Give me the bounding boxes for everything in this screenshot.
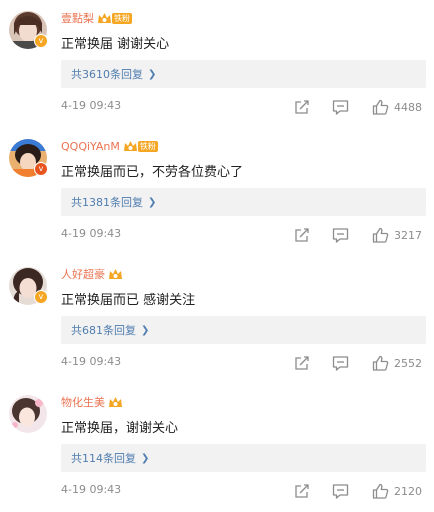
fan-badge-label: 铁粉 — [112, 12, 132, 24]
verified-badge-icon: v — [34, 290, 48, 304]
timestamp: 4-19 09:43 — [61, 355, 122, 368]
share-icon — [295, 228, 309, 242]
share-button[interactable] — [294, 354, 310, 372]
replies-count: 共3610条回复 — [71, 68, 143, 81]
like-button[interactable]: 2120 — [372, 482, 422, 500]
replies-count: 共114条回复 — [71, 452, 136, 465]
like-count: 2120 — [394, 484, 422, 498]
like-button[interactable]: 3217 — [372, 226, 422, 244]
fan-badge: 铁粉 — [123, 140, 158, 153]
view-replies-button[interactable]: 共681条回复 ❯ — [61, 316, 426, 344]
chevron-right-icon: ❯ — [141, 452, 150, 464]
replies-count: 共1381条回复 — [71, 196, 143, 209]
share-button[interactable] — [294, 482, 310, 500]
username-row: 壹點梨 铁粉 — [61, 10, 132, 26]
timestamp: 4-19 09:43 — [61, 483, 122, 496]
timestamp: 4-19 09:43 — [61, 227, 122, 240]
reply-button[interactable] — [332, 226, 349, 244]
thumbs-up-icon — [372, 99, 389, 115]
like-button[interactable]: 2552 — [372, 354, 422, 372]
comment-text: 正常换届 谢谢关心 — [61, 37, 170, 52]
crown-icon — [98, 12, 111, 23]
view-replies-button[interactable]: 共1381条回复 ❯ — [61, 188, 426, 216]
share-icon — [295, 356, 309, 370]
verified-badge-icon: v — [34, 34, 48, 48]
like-button[interactable]: 4488 — [372, 98, 422, 116]
thumbs-up-icon — [372, 483, 389, 499]
verified-badge-icon: v — [34, 162, 48, 176]
comment-meta: 4-19 09:43 3217 — [61, 226, 426, 244]
comment-meta: 4-19 09:43 4488 — [61, 98, 426, 116]
fan-badge: 铁粉 — [97, 12, 132, 25]
comment-text: 正常换届，谢谢关心 — [61, 421, 179, 436]
reply-button[interactable] — [332, 482, 349, 500]
reply-button[interactable] — [332, 354, 349, 372]
username[interactable]: 壹點梨 — [61, 10, 94, 26]
username-row: QQQiYAnM 铁粉 — [61, 138, 158, 154]
comment-item: 物化生美 正常换届，谢谢关心 共114条回复 ❯ 4-19 09:43 2120 — [0, 384, 434, 512]
comment-icon — [332, 228, 349, 243]
avatar[interactable] — [9, 395, 47, 433]
like-count: 4488 — [394, 100, 422, 114]
share-icon — [295, 100, 309, 114]
username-row: 人好超豪 — [61, 266, 123, 282]
like-count: 3217 — [394, 228, 422, 242]
comment-text: 正常换届而已 感谢关注 — [61, 293, 196, 308]
chevron-right-icon: ❯ — [141, 324, 150, 336]
crown-icon — [123, 140, 137, 151]
thumbs-up-icon — [372, 227, 389, 243]
thumbs-up-icon — [372, 355, 389, 371]
comment-meta: 4-19 09:43 2552 — [61, 354, 426, 372]
username[interactable]: QQQiYAnM — [61, 140, 120, 153]
timestamp: 4-19 09:43 — [61, 99, 122, 112]
share-icon — [295, 484, 309, 498]
crown-icon — [109, 396, 122, 407]
comment-item: v 壹點梨 铁粉 正常换届 谢谢关心 共3610条回复 ❯ 4-19 09:43 — [0, 0, 434, 128]
view-replies-button[interactable]: 共114条回复 ❯ — [61, 444, 426, 472]
comment-meta: 4-19 09:43 2120 — [61, 482, 426, 500]
chevron-right-icon: ❯ — [148, 68, 157, 80]
share-button[interactable] — [294, 98, 310, 116]
comment-item: v 人好超豪 正常换届而已 感谢关注 共681条回复 ❯ 4-19 09:43 — [0, 256, 434, 384]
comment-icon — [332, 100, 349, 115]
comment-item: v QQQiYAnM 铁粉 正常换届而已，不劳各位费心了 共1381条回复 ❯ … — [0, 128, 434, 256]
comment-text: 正常换届而已，不劳各位费心了 — [61, 165, 244, 180]
fan-badge-label: 铁粉 — [137, 140, 158, 152]
username-row: 物化生美 — [61, 394, 123, 410]
reply-button[interactable] — [332, 98, 349, 116]
share-button[interactable] — [294, 226, 310, 244]
view-replies-button[interactable]: 共3610条回复 ❯ — [61, 60, 426, 88]
username[interactable]: 物化生美 — [61, 394, 105, 410]
replies-count: 共681条回复 — [71, 324, 136, 337]
like-count: 2552 — [394, 356, 422, 370]
crown-icon — [109, 268, 122, 279]
username[interactable]: 人好超豪 — [61, 266, 105, 282]
comment-icon — [332, 356, 349, 371]
comment-icon — [332, 484, 349, 499]
chevron-right-icon: ❯ — [148, 196, 157, 208]
